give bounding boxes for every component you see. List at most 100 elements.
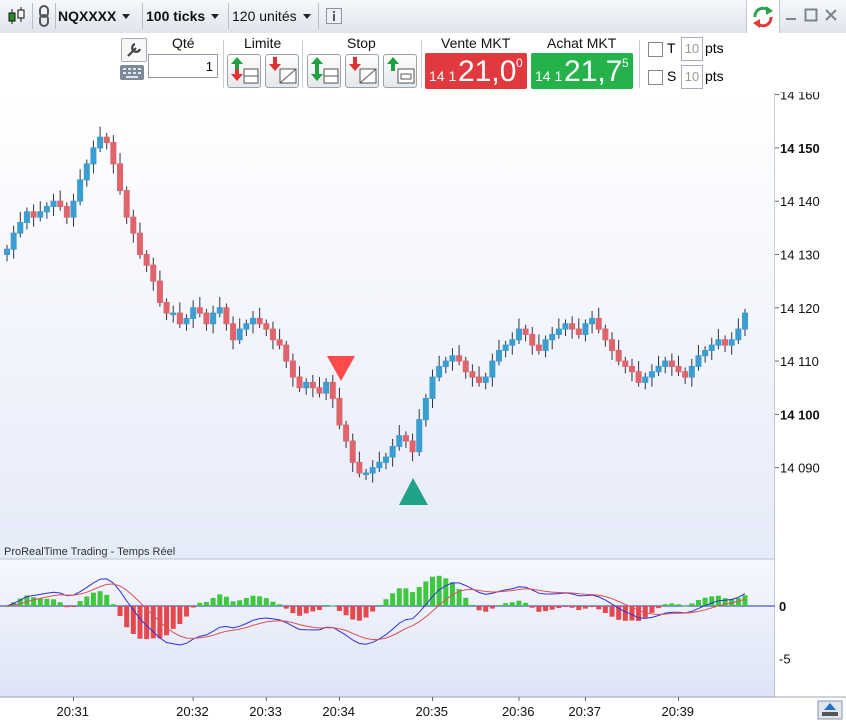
maximize-icon[interactable] — [804, 8, 818, 22]
histogram-bar — [184, 606, 190, 617]
candle-body — [682, 371, 689, 378]
histogram-bar — [416, 586, 422, 606]
close-icon[interactable] — [824, 8, 838, 22]
candle-body — [210, 312, 217, 325]
link-button[interactable] — [33, 3, 56, 29]
chart-area[interactable]: ProRealTime Trading - Temps Réel 14 160 1… — [0, 92, 846, 723]
candle-body — [702, 349, 709, 357]
candle-body — [542, 339, 549, 351]
indicator-panel[interactable] — [0, 559, 775, 697]
histogram-bar — [649, 606, 655, 613]
sell-price-fraction: 0 — [516, 56, 523, 70]
candle-body — [489, 360, 496, 378]
y-tick-label: 14 110 — [780, 354, 819, 369]
candle-body — [436, 365, 443, 378]
x-tick-label: 20:32 — [176, 704, 209, 719]
histogram-bar — [217, 594, 223, 606]
sell-mkt-button[interactable]: 14 1 21,0 0 — [425, 53, 527, 89]
histogram-bar — [124, 606, 130, 628]
period-dropdown[interactable]: 100 ticks — [146, 3, 229, 29]
candle-body — [422, 397, 429, 421]
candle-body — [43, 206, 50, 213]
y-tick-label: 14 150 — [780, 141, 820, 156]
histogram-bar — [330, 605, 336, 607]
candle-body — [555, 328, 562, 335]
candle-body — [569, 323, 576, 330]
candle-body — [549, 333, 556, 341]
x-tick-label: 20:37 — [568, 704, 601, 719]
minimize-icon[interactable] — [784, 8, 798, 22]
limit-buy-button[interactable] — [227, 54, 261, 88]
histogram-bar — [117, 606, 123, 617]
candle-body — [615, 349, 622, 362]
candle-body — [63, 206, 70, 218]
histogram-bar — [164, 606, 170, 636]
qty-input[interactable]: 1 — [148, 54, 218, 78]
histogram-bar — [51, 599, 57, 606]
stop-sell-button[interactable] — [345, 54, 379, 88]
y-tick-label: 14 090 — [780, 461, 820, 476]
wrench-icon — [127, 42, 142, 57]
target-points-input[interactable]: 10 — [681, 37, 703, 61]
candle-body — [369, 467, 376, 474]
stop-trailing-button[interactable] — [383, 54, 417, 88]
candle-body — [190, 307, 197, 319]
histogram-bar — [543, 606, 549, 612]
symbol-dropdown[interactable]: NQXXXX — [58, 3, 143, 29]
histogram-bar — [104, 594, 110, 606]
symbol-label: NQXXXX — [58, 8, 117, 24]
y-tick-label: 14 160 — [780, 92, 820, 103]
refresh-button[interactable] — [746, 0, 780, 33]
histogram-bar — [250, 595, 256, 606]
histogram-bar — [383, 599, 389, 606]
buy-price-prefix: 14 1 — [535, 68, 563, 84]
qty-label: Qté — [172, 35, 195, 51]
info-button[interactable] — [322, 3, 346, 29]
candle-body — [575, 328, 582, 335]
chart-type-button[interactable] — [2, 3, 33, 29]
stop-buy-button[interactable] — [307, 54, 341, 88]
candle-body — [296, 376, 303, 389]
histogram-bar — [343, 606, 349, 616]
settings-button[interactable] — [121, 38, 147, 62]
histogram-bar — [742, 595, 748, 606]
buy-mkt-button[interactable]: 14 1 21,7 5 — [531, 53, 633, 89]
histogram-bar — [556, 606, 562, 609]
scroll-end-button[interactable] — [817, 700, 843, 720]
target-checkbox[interactable] — [648, 42, 663, 57]
histogram-bar — [263, 598, 269, 606]
stop-checkbox[interactable] — [648, 70, 663, 85]
histogram-bar — [443, 578, 449, 606]
target-label: T — [667, 40, 676, 56]
candle-body — [163, 301, 170, 314]
candle-body — [349, 440, 356, 463]
candle-body — [216, 307, 223, 314]
histogram-bar — [469, 604, 475, 606]
histogram-bar — [370, 606, 376, 612]
keyboard-icon — [120, 65, 144, 80]
histogram-bar — [177, 606, 183, 625]
candle-body — [223, 307, 230, 325]
candle-body — [695, 355, 702, 367]
histogram-bar — [602, 606, 608, 613]
keyboard-button[interactable] — [119, 63, 145, 81]
candle-body — [715, 339, 722, 346]
candle-body — [243, 323, 250, 330]
y-tick-label: 14 100 — [780, 407, 820, 422]
candle-body — [535, 344, 542, 351]
candle-body — [183, 317, 190, 325]
limit-sell-button[interactable] — [265, 54, 299, 88]
buy-price-fraction: 5 — [622, 56, 629, 70]
units-dropdown[interactable]: 120 unités — [232, 3, 319, 29]
candle-body — [83, 163, 90, 181]
histogram-bar — [64, 606, 70, 608]
stop-points-input[interactable]: 10 — [681, 65, 703, 89]
chevron-down-icon — [211, 13, 220, 19]
candle-body — [396, 435, 403, 447]
candle-body — [635, 371, 642, 383]
candle-body — [289, 360, 296, 378]
buy-mkt-label: Achat MKT — [547, 35, 617, 51]
refresh-icon — [753, 6, 773, 28]
candle-body — [708, 344, 715, 351]
indicator-y-label: 0 — [779, 599, 786, 614]
